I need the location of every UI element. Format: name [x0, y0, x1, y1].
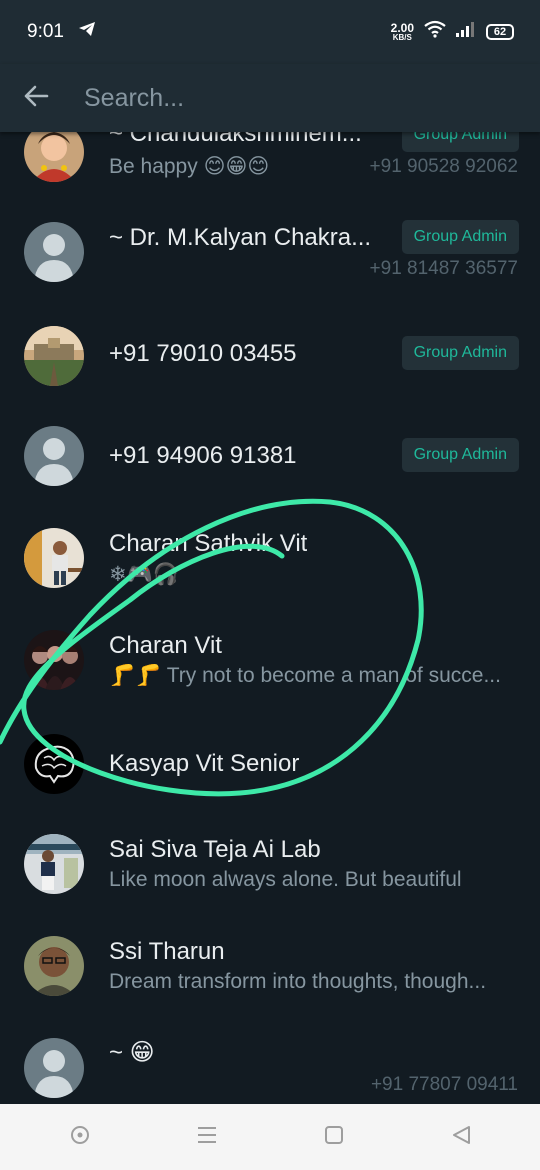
status-bar: 9:01 2.00 KB/S 62	[0, 0, 540, 64]
speed-unit: KB/S	[392, 33, 412, 42]
contact-row[interactable]: ~ Dr. M.Kalyan Chakra... Group Admin +91…	[0, 220, 540, 320]
contact-name: Charan Sathvik Vit	[109, 530, 308, 557]
nav-menu-button[interactable]	[177, 1107, 237, 1167]
avatar	[24, 326, 84, 386]
search-bar	[0, 64, 540, 132]
contact-row[interactable]: +91 94906 91381 Group Admin	[0, 426, 540, 526]
avatar	[24, 630, 84, 690]
signal-icon	[456, 21, 476, 43]
nav-recents-button[interactable]	[304, 1107, 364, 1167]
status-left: 9:01	[27, 21, 96, 43]
contact-phone: +91 77807 09411	[370, 1074, 518, 1095]
group-admin-badge: Group Admin	[401, 220, 519, 254]
status-right: 2.00 KB/S 62	[391, 20, 514, 44]
triangle-back-icon	[450, 1124, 472, 1151]
avatar	[24, 528, 84, 588]
contact-name: +91 79010 03455	[109, 340, 297, 367]
contact-about: Dream transform into thoughts, though...	[109, 970, 487, 993]
contact-about: 🦵🦵 Try not to become a man of succe...	[109, 664, 501, 687]
menu-icon	[196, 1125, 218, 1150]
contact-phone: +91 90528 92062	[369, 156, 518, 177]
nav-back-button[interactable]	[431, 1107, 491, 1167]
battery-indicator: 62	[486, 24, 514, 40]
avatar	[24, 1038, 84, 1098]
contact-name: +91 94906 91381	[109, 442, 297, 469]
system-nav-bar	[0, 1104, 540, 1170]
contact-row[interactable]: Sai Siva Teja Ai Lab Like moon always al…	[0, 834, 540, 934]
wifi-icon	[424, 20, 446, 44]
avatar	[24, 734, 84, 794]
contact-row[interactable]: Ssi Tharun Dream transform into thoughts…	[0, 936, 540, 1036]
avatar	[24, 936, 84, 996]
contact-row[interactable]: Charan Sathvik Vit ❄🎮🎧	[0, 528, 540, 628]
group-admin-badge: Group Admin	[401, 438, 519, 472]
clock: 9:01	[27, 21, 64, 42]
search-input[interactable]	[84, 83, 504, 113]
square-icon	[324, 1125, 344, 1150]
contact-about: ❄🎮🎧	[109, 563, 179, 586]
contact-name: ~ 😁	[109, 1039, 155, 1066]
nav-home-button[interactable]	[50, 1107, 110, 1167]
contact-about: Like moon always alone. But beautiful	[109, 868, 462, 891]
contact-list: ~ Chandulakshminem... Be happy 😊😁😊 Group…	[0, 120, 540, 1104]
circle-icon	[69, 1124, 91, 1151]
contact-name: ~ Dr. M.Kalyan Chakra...	[109, 224, 372, 251]
avatar	[24, 222, 84, 282]
contact-row[interactable]: Kasyap Vit Senior	[0, 732, 540, 832]
contact-about: Be happy 😊😁😊	[109, 155, 270, 178]
telegram-icon	[78, 21, 96, 43]
contact-name: Ssi Tharun	[109, 938, 225, 965]
group-admin-badge: Group Admin	[401, 336, 519, 370]
avatar	[24, 426, 84, 486]
contact-name: Charan Vit	[109, 632, 222, 659]
avatar	[24, 834, 84, 894]
contact-name: Sai Siva Teja Ai Lab	[109, 836, 321, 863]
contact-phone: +91 81487 36577	[369, 258, 518, 279]
back-button[interactable]	[0, 64, 72, 132]
contact-row[interactable]: +91 79010 03455 Group Admin	[0, 324, 540, 424]
contact-row[interactable]: ~ Chandulakshminem... Be happy 😊😁😊 Group…	[0, 120, 540, 220]
network-speed: 2.00 KB/S	[391, 22, 414, 42]
contact-row[interactable]: ~ 😁 +91 77807 09411	[0, 1038, 540, 1104]
contact-name: Kasyap Vit Senior	[109, 750, 300, 777]
arrow-left-icon	[23, 84, 49, 113]
contact-row[interactable]: Charan Vit 🦵🦵 Try not to become a man of…	[0, 630, 540, 730]
